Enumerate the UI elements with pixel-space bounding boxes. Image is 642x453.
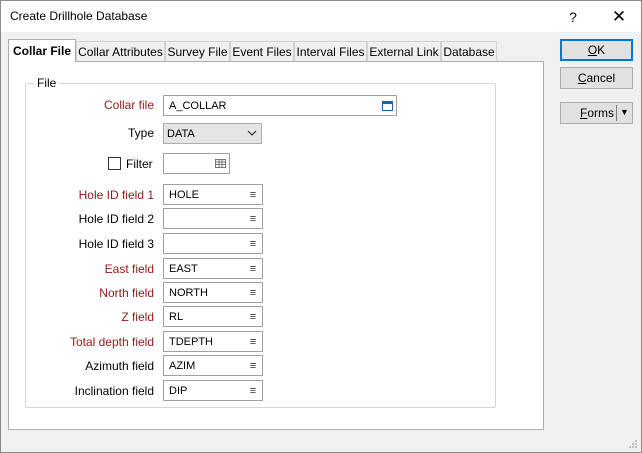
tab-external-link[interactable]: External Link <box>367 41 441 61</box>
filter-label: Filter <box>126 157 153 171</box>
type-select[interactable]: DATA <box>163 123 262 144</box>
list-icon[interactable]: ≡ <box>244 356 262 375</box>
filter-input[interactable] <box>163 153 230 174</box>
hole-id-field-3-label: Hole ID field 3 <box>78 237 154 251</box>
z-field-input[interactable]: RL ≡ <box>163 306 263 327</box>
hole-id-field-3-input[interactable]: ≡ <box>163 233 263 254</box>
north-field-input[interactable]: NORTH ≡ <box>163 282 263 303</box>
azimuth-field-value: AZIM <box>169 359 196 372</box>
type-value: DATA <box>167 127 195 140</box>
z-field-label: Z field <box>121 310 154 324</box>
inclination-field-value: DIP <box>169 384 188 397</box>
north-field-label: North field <box>99 286 154 300</box>
close-button[interactable]: ✕ <box>599 1 639 32</box>
east-field-input[interactable]: EAST ≡ <box>163 258 263 279</box>
file-browse-icon[interactable] <box>378 96 396 115</box>
list-icon[interactable]: ≡ <box>244 185 262 204</box>
resize-grip-icon[interactable] <box>628 439 638 449</box>
tab-collar-file[interactable]: Collar File <box>8 39 76 62</box>
tab-survey-file[interactable]: Survey File <box>165 41 230 61</box>
list-icon[interactable]: ≡ <box>244 259 262 278</box>
chevron-down-icon <box>243 128 261 139</box>
list-icon[interactable]: ≡ <box>244 209 262 228</box>
filter-checkbox[interactable] <box>108 157 121 170</box>
dialog-window: Create Drillhole Database ? ✕ Collar Fil… <box>0 0 642 453</box>
z-field-value: RL <box>169 310 184 323</box>
azimuth-field-input[interactable]: AZIM ≡ <box>163 355 263 376</box>
hole-id-field-1-input[interactable]: HOLE ≡ <box>163 184 263 205</box>
split-separator <box>616 105 617 121</box>
tab-interval-files[interactable]: Interval Files <box>294 41 367 61</box>
east-field-label: East field <box>104 262 154 276</box>
north-field-value: NORTH <box>169 286 208 299</box>
cancel-button[interactable]: Cancel <box>560 67 633 89</box>
filter-table-icon[interactable] <box>211 154 229 173</box>
title-bar: Create Drillhole Database ? ✕ <box>1 1 641 32</box>
azimuth-field-label: Azimuth field <box>85 359 154 373</box>
forms-button[interactable]: Forms ▼ <box>560 102 633 124</box>
hole-id-field-1-value: HOLE <box>169 188 199 201</box>
collar-file-panel: File Collar file A_COLLAR Type DATA Filt… <box>8 61 544 430</box>
type-label: Type <box>127 126 154 140</box>
list-icon[interactable]: ≡ <box>244 332 262 351</box>
list-icon[interactable]: ≡ <box>244 283 262 302</box>
inclination-field-label: Inclination field <box>74 384 154 398</box>
list-icon[interactable]: ≡ <box>244 307 262 326</box>
hole-id-field-2-input[interactable]: ≡ <box>163 208 263 229</box>
total-depth-field-value: TDEPTH <box>169 335 213 348</box>
tab-database[interactable]: Database <box>441 41 497 61</box>
tab-collar-attributes[interactable]: Collar Attributes <box>76 41 165 61</box>
cancel-label-rest: ancel <box>586 71 616 85</box>
help-button[interactable]: ? <box>553 1 593 32</box>
forms-mnemonic: F <box>580 106 588 120</box>
hole-id-field-2-label: Hole ID field 2 <box>78 212 154 226</box>
collar-file-value: A_COLLAR <box>169 99 227 112</box>
ok-mnemonic: O <box>587 43 598 57</box>
inclination-field-input[interactable]: DIP ≡ <box>163 380 263 401</box>
list-icon[interactable]: ≡ <box>244 381 262 400</box>
dropdown-arrow-icon[interactable]: ▼ <box>620 107 629 117</box>
window-title: Create Drillhole Database <box>10 9 148 23</box>
total-depth-field-input[interactable]: TDEPTH ≡ <box>163 331 263 352</box>
ok-label-rest: K <box>597 43 606 57</box>
collar-file-input[interactable]: A_COLLAR <box>163 95 397 116</box>
cancel-mnemonic: C <box>577 71 587 85</box>
group-legend: File <box>34 76 60 90</box>
tab-event-files[interactable]: Event Files <box>230 41 294 61</box>
total-depth-field-label: Total depth field <box>69 335 154 349</box>
forms-label-rest: orms <box>587 106 615 120</box>
east-field-value: EAST <box>169 262 198 275</box>
hole-id-field-1-label: Hole ID field 1 <box>78 188 154 202</box>
list-icon[interactable]: ≡ <box>244 234 262 253</box>
ok-button[interactable]: OK <box>560 39 633 61</box>
collar-file-label: Collar file <box>103 98 154 112</box>
